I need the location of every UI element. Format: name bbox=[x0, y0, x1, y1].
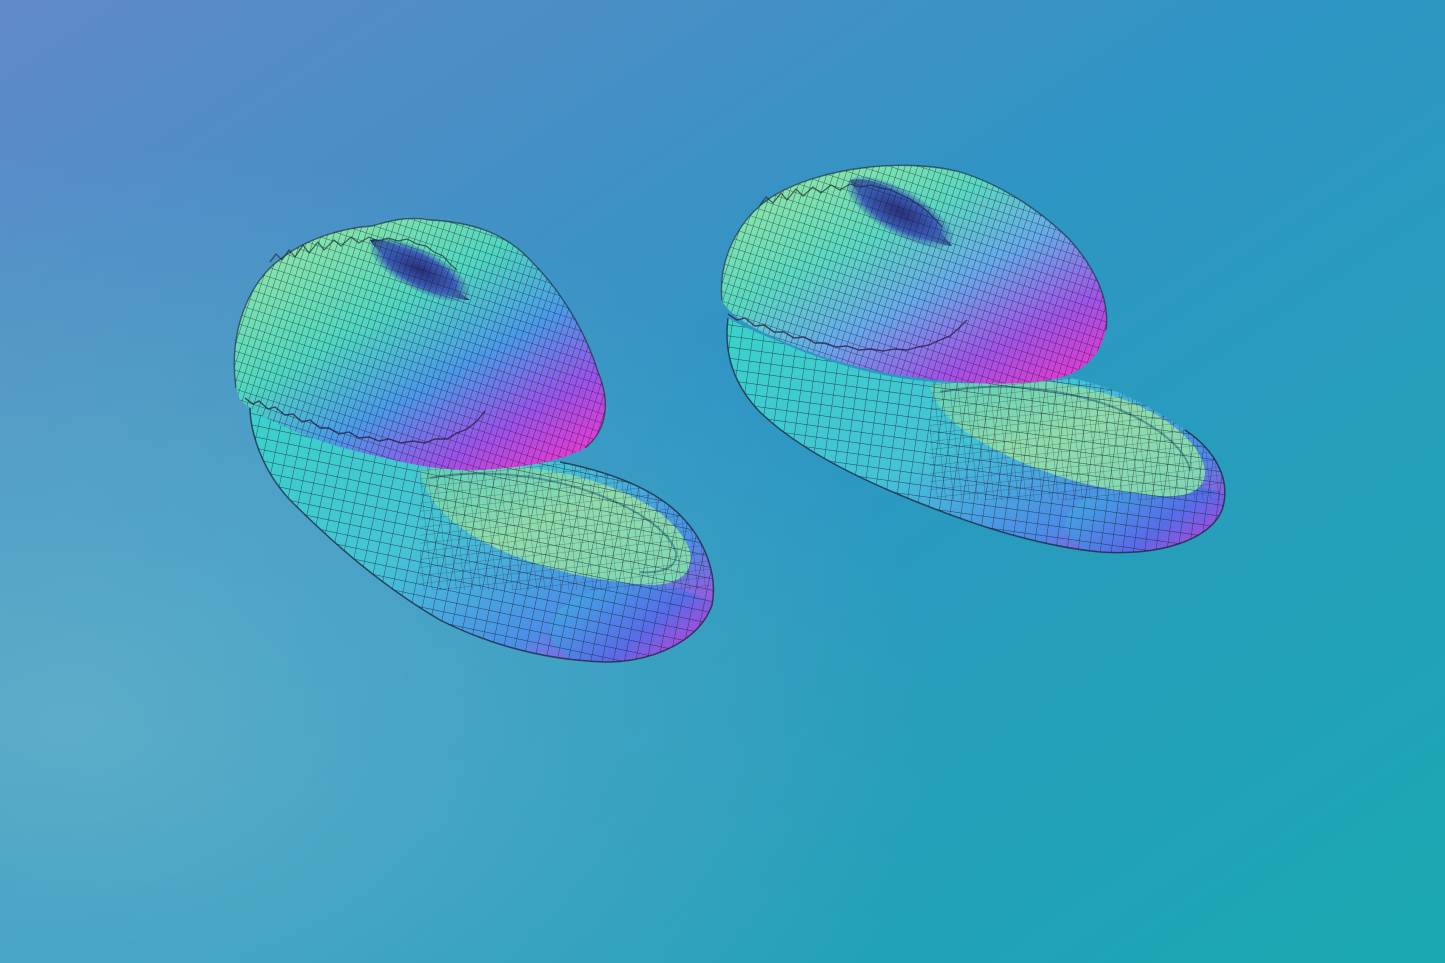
scene-canvas bbox=[0, 0, 1445, 963]
render-viewport bbox=[0, 0, 1445, 963]
background-glow bbox=[0, 0, 1445, 963]
